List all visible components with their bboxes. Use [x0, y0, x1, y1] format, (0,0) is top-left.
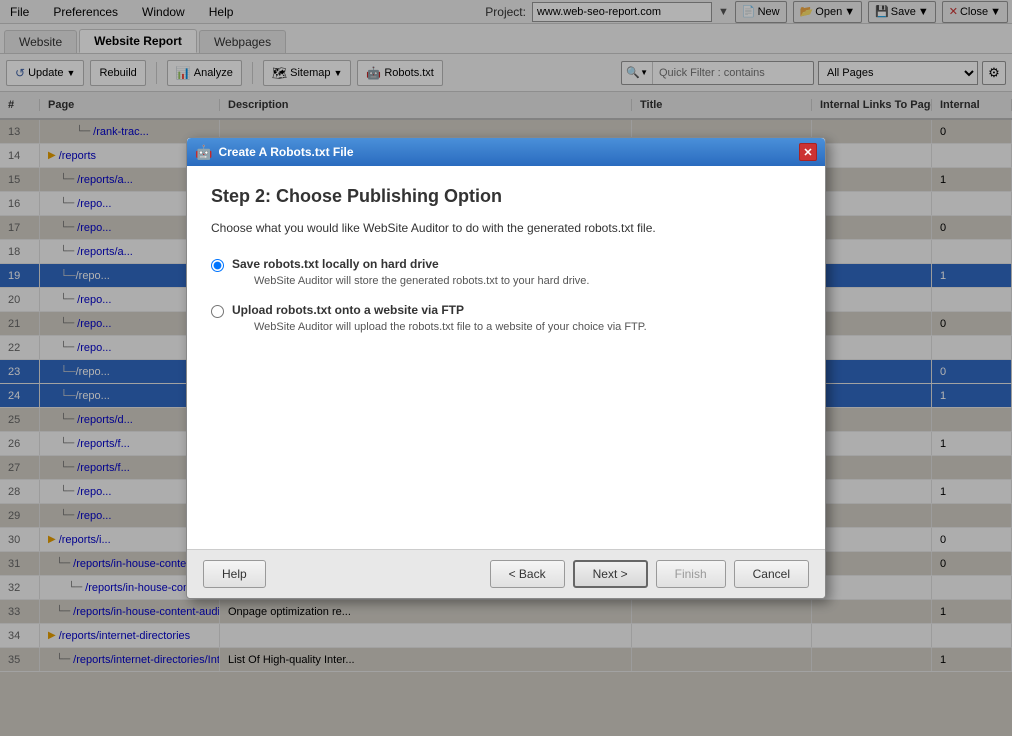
- back-button[interactable]: < Back: [490, 560, 565, 588]
- modal-option-save: Save robots.txt locally on hard drive We…: [211, 257, 801, 287]
- option-save-desc: WebSite Auditor will store the generated…: [232, 275, 589, 287]
- modal-body: Step 2: Choose Publishing Option Choose …: [187, 166, 825, 549]
- help-button[interactable]: Help: [203, 560, 266, 588]
- modal-close-button[interactable]: ✕: [799, 143, 817, 161]
- option-save-radio[interactable]: [211, 259, 224, 272]
- next-button[interactable]: Next >: [573, 560, 648, 588]
- option-ftp-desc: WebSite Auditor will upload the robots.t…: [232, 321, 647, 333]
- modal-title: Create A Robots.txt File: [218, 145, 799, 159]
- finish-button[interactable]: Finish: [656, 560, 726, 588]
- modal-footer: Help < Back Next > Finish Cancel: [187, 549, 825, 598]
- cancel-button[interactable]: Cancel: [734, 560, 809, 588]
- option-save-label[interactable]: Save robots.txt locally on hard drive We…: [211, 257, 801, 287]
- option-ftp-title: Upload robots.txt onto a website via FTP: [232, 303, 647, 317]
- option-ftp-label[interactable]: Upload robots.txt onto a website via FTP…: [211, 303, 801, 333]
- modal-description: Choose what you would like WebSite Audit…: [211, 219, 801, 237]
- modal-title-icon: 🤖: [195, 144, 212, 161]
- modal-step-title: Step 2: Choose Publishing Option: [211, 186, 801, 207]
- modal-overlay: 🤖 Create A Robots.txt File ✕ Step 2: Cho…: [0, 0, 1012, 736]
- modal-spacer: [211, 349, 801, 529]
- modal-dialog: 🤖 Create A Robots.txt File ✕ Step 2: Cho…: [186, 137, 826, 599]
- option-ftp-radio[interactable]: [211, 305, 224, 318]
- option-save-title: Save robots.txt locally on hard drive: [232, 257, 589, 271]
- modal-option-ftp: Upload robots.txt onto a website via FTP…: [211, 303, 801, 333]
- modal-title-bar: 🤖 Create A Robots.txt File ✕: [187, 138, 825, 166]
